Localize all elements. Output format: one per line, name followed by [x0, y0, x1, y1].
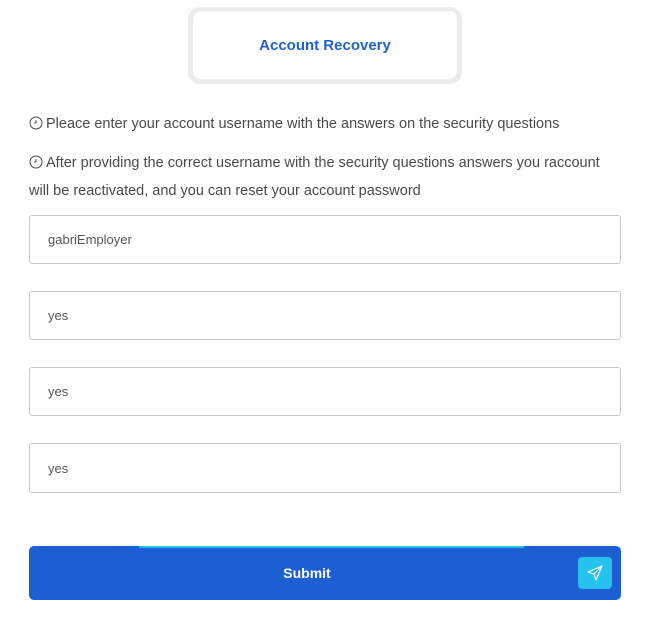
security-answer-3-input[interactable] — [29, 443, 621, 493]
submit-button[interactable]: Submit — [29, 546, 621, 600]
send-icon — [578, 557, 612, 589]
header-card: Account Recovery — [188, 7, 462, 84]
submit-label: Submit — [283, 565, 331, 581]
security-answer-2-input[interactable] — [29, 367, 621, 416]
security-answer-1-input[interactable] — [29, 291, 621, 340]
clock-icon — [29, 113, 43, 139]
info-instruction-2: After providing the correct username wit… — [29, 150, 619, 204]
clock-icon — [29, 152, 43, 178]
header-card-inner: Account Recovery — [193, 11, 457, 79]
username-input[interactable] — [29, 215, 621, 264]
info-text-1: Pleace enter your account username with … — [46, 116, 560, 132]
info-instruction-1: Pleace enter your account username with … — [29, 111, 629, 139]
page-title: Account Recovery — [259, 36, 391, 54]
info-text-2: After providing the correct username wit… — [29, 155, 600, 199]
